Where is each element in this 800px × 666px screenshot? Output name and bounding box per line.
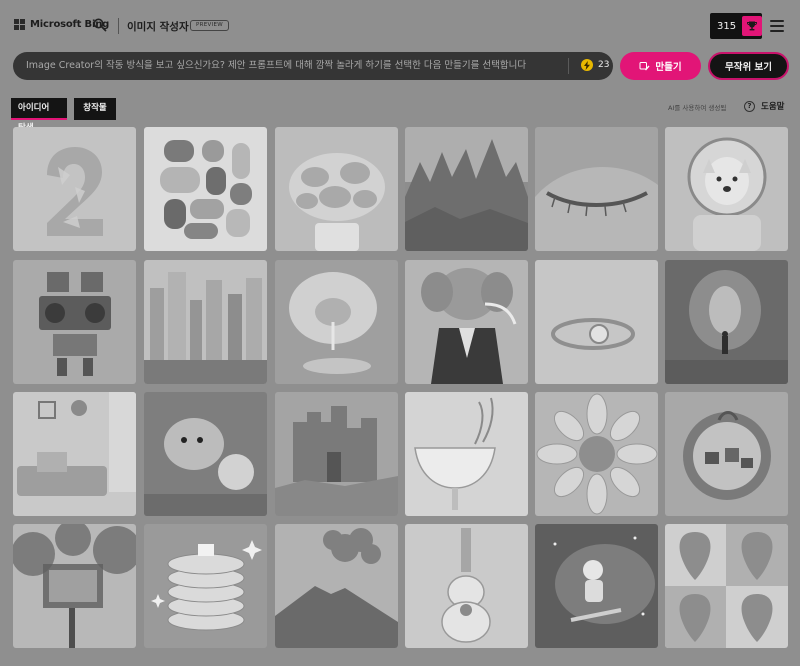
gallery-image-miniature-village[interactable] [665, 392, 788, 516]
gallery-image-lemon-drip[interactable] [275, 260, 398, 384]
gallery-image-pancake-stack[interactable] [144, 524, 267, 648]
help-label: 도움말 [761, 102, 785, 112]
prompt-placeholder[interactable]: Image Creator의 작동 방식을 보고 싶으신가요? 제안 프롬프트에… [26, 52, 546, 80]
trophy-icon [742, 16, 762, 36]
header: Microsoft Bing 이미지 작성자 PREVIEW 315 [0, 0, 800, 52]
app-title[interactable]: 이미지 작성자 [127, 19, 189, 34]
lightning-bolt-icon [581, 59, 593, 71]
hamburger-menu-icon[interactable] [770, 20, 784, 32]
gallery-image-treehouse[interactable] [13, 524, 136, 648]
search-icon[interactable] [92, 17, 108, 33]
image-gallery [13, 127, 788, 666]
header-divider [118, 18, 119, 34]
microsoft-logo-icon [14, 19, 25, 30]
gallery-image-space-skateboarder[interactable] [535, 524, 658, 648]
gallery-image-robot-boombox[interactable] [13, 260, 136, 384]
tab-explore-ideas[interactable]: 아이디어 탐색 [11, 98, 67, 133]
rewards-points: 315 [717, 20, 737, 32]
gallery-image-volcano[interactable] [275, 524, 398, 648]
boost-count: 23 [598, 60, 610, 70]
preview-badge: PREVIEW [190, 20, 230, 31]
rewards-button[interactable]: 315 [710, 13, 762, 39]
tab-creations[interactable]: 창작물 [74, 98, 116, 120]
gallery-image-fantasy-castle-landscape[interactable] [405, 127, 528, 251]
gallery-image-number-2[interactable] [13, 127, 136, 251]
ai-generated-note: AI를 사용하여 생성됨 [668, 104, 727, 112]
gallery-image-closed-eye[interactable] [535, 127, 658, 251]
gallery-image-flower-guitar[interactable] [405, 524, 528, 648]
gallery-image-futuristic-city[interactable] [144, 260, 267, 384]
gallery-image-figure-in-light[interactable] [665, 260, 788, 384]
gallery-image-flower-bouquet[interactable] [275, 127, 398, 251]
gallery-image-elephant-in-tuxedo[interactable] [405, 260, 528, 384]
gallery-image-strawberry-pattern[interactable] [665, 524, 788, 648]
create-label: 만들기 [655, 62, 682, 73]
gallery-image-dog-astronaut[interactable] [665, 127, 788, 251]
gallery-image-cocktail-glass[interactable] [405, 392, 528, 516]
gallery-image-hamster-crystal-ball[interactable] [144, 392, 267, 516]
create-button[interactable]: 만들기 [620, 52, 701, 80]
boost-counter[interactable]: 23 [581, 59, 609, 71]
surprise-me-button[interactable]: 무작위 보기 [708, 52, 789, 80]
gallery-image-cozy-room[interactable] [13, 392, 136, 516]
question-icon: ? [744, 100, 755, 112]
gallery-image-abstract-blobs[interactable] [144, 127, 267, 251]
surprise-label: 무작위 보기 [724, 62, 772, 73]
prompt-divider [568, 58, 569, 74]
gallery-image-castle-ruins[interactable] [275, 392, 398, 516]
prompt-input[interactable]: Image Creator의 작동 방식을 보고 싶으신가요? 제안 프롬프트에… [13, 52, 613, 80]
gallery-image-ring[interactable] [535, 260, 658, 384]
gallery-image-dahlia-flower[interactable] [535, 392, 658, 516]
brush-icon [639, 57, 650, 76]
help-button[interactable]: ? 도움말 [744, 100, 784, 112]
